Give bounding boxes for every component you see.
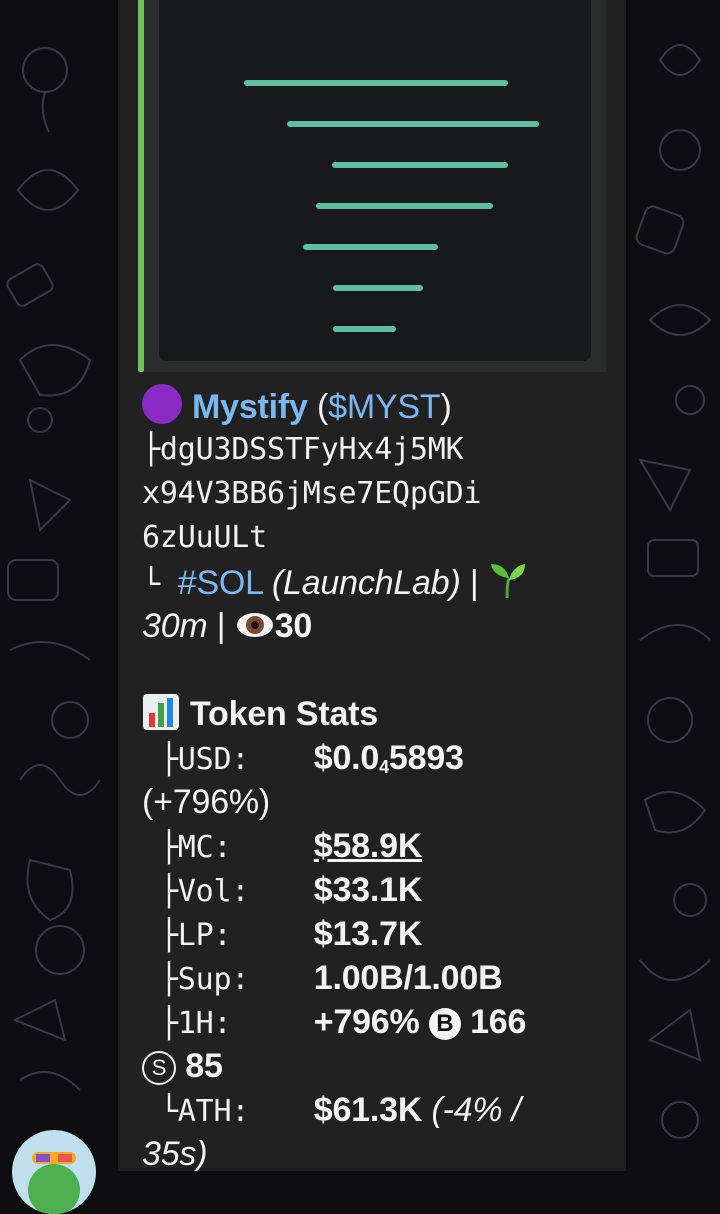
stat-sup: ├Sup: 1.00B/1.00B (142, 956, 612, 1000)
address-part-1: dgU3DSSTFyHx4j5MK (159, 432, 464, 467)
sup-value: 1.00B/1.00B (313, 959, 503, 997)
stat-label: 1H: (177, 1006, 232, 1041)
stat-mc: ├MC: $58.9K (142, 824, 612, 868)
buys-icon: B (428, 1008, 461, 1040)
ath-note-cont: 35s) (142, 1135, 208, 1171)
sells-line: S 85 (142, 1044, 612, 1088)
address-part-2: x94V3BB6jMse7EQpGDi (142, 476, 482, 511)
stat-1h: ├1H: +796% B 166 (142, 1000, 612, 1044)
stat-usd: ├USD: $0.045893 (142, 736, 612, 780)
view-count: 30 (274, 607, 313, 645)
stat-vol: ├Vol: $33.1K (142, 868, 612, 912)
mc-value-link[interactable]: $58.9K (314, 827, 423, 865)
vol-value: $33.1K (313, 871, 423, 909)
stat-label: Sup: (177, 962, 250, 997)
token-name-link[interactable]: Mystify (192, 388, 308, 426)
ticker-link[interactable]: $MYST (328, 388, 441, 426)
address-part-3: 6zUuULt (142, 520, 268, 555)
link-preview[interactable] (138, 0, 606, 372)
bar-chart-icon (143, 694, 179, 730)
buys-count: 166 (470, 1003, 527, 1041)
sender-avatar[interactable] (12, 1130, 96, 1214)
address-line-3[interactable]: 6zUuULt (142, 516, 612, 560)
stat-label: LP: (177, 918, 232, 953)
separator: | (469, 564, 479, 602)
chain-line: └ #SOL (LaunchLab) | (142, 560, 612, 604)
stat-label: ATH: (177, 1094, 250, 1129)
stat-ath: └ATH: $61.3K (-4% / (142, 1088, 612, 1132)
token-title-line: Mystify ($MYST) (142, 384, 612, 428)
preview-accent-bar (138, 0, 144, 372)
ticker-close: ) (440, 388, 452, 426)
ath-note: (-4% / (431, 1091, 521, 1129)
sells-icon: S (142, 1051, 176, 1085)
eye-icon (236, 613, 273, 637)
address-line-2[interactable]: x94V3BB6jMse7EQpGDi (142, 472, 612, 516)
message-bubble: Mystify ($MYST) ├dgU3DSSTFyHx4j5MK x94V3… (118, 0, 626, 1171)
token-age: 30m (142, 607, 208, 645)
platform-label: (LaunchLab) (271, 564, 461, 602)
separator: | (216, 607, 226, 645)
age-views-line: 30m | 30 (142, 604, 612, 648)
ath-value: $61.3K (313, 1091, 423, 1129)
stat-label: MC: (177, 830, 232, 865)
stat-lp: ├LP: $13.7K (142, 912, 612, 956)
h1-change: +796% (313, 1003, 420, 1041)
preview-image[interactable] (159, 0, 591, 361)
usd-price: $0.045893 (313, 739, 464, 777)
usd-change: (+796%) (142, 783, 271, 821)
message-text: Mystify ($MYST) ├dgU3DSSTFyHx4j5MK x94V3… (142, 384, 612, 1171)
stat-label: USD: (177, 742, 250, 777)
sells-count: 85 (185, 1047, 223, 1085)
ticker-open: ( (317, 388, 329, 426)
stats-header: Token Stats (142, 692, 612, 736)
avatar-image (28, 1152, 80, 1214)
stats-header-text: Token Stats (190, 695, 378, 733)
chain-hashtag[interactable]: #SOL (178, 564, 263, 602)
stat-label: Vol: (177, 874, 250, 909)
purple-circle-icon (142, 384, 182, 424)
preview-graphic (244, 80, 539, 332)
address-line-1[interactable]: ├dgU3DSSTFyHx4j5MK (142, 428, 612, 472)
seedling-icon (490, 564, 525, 599)
lp-value: $13.7K (313, 915, 423, 953)
